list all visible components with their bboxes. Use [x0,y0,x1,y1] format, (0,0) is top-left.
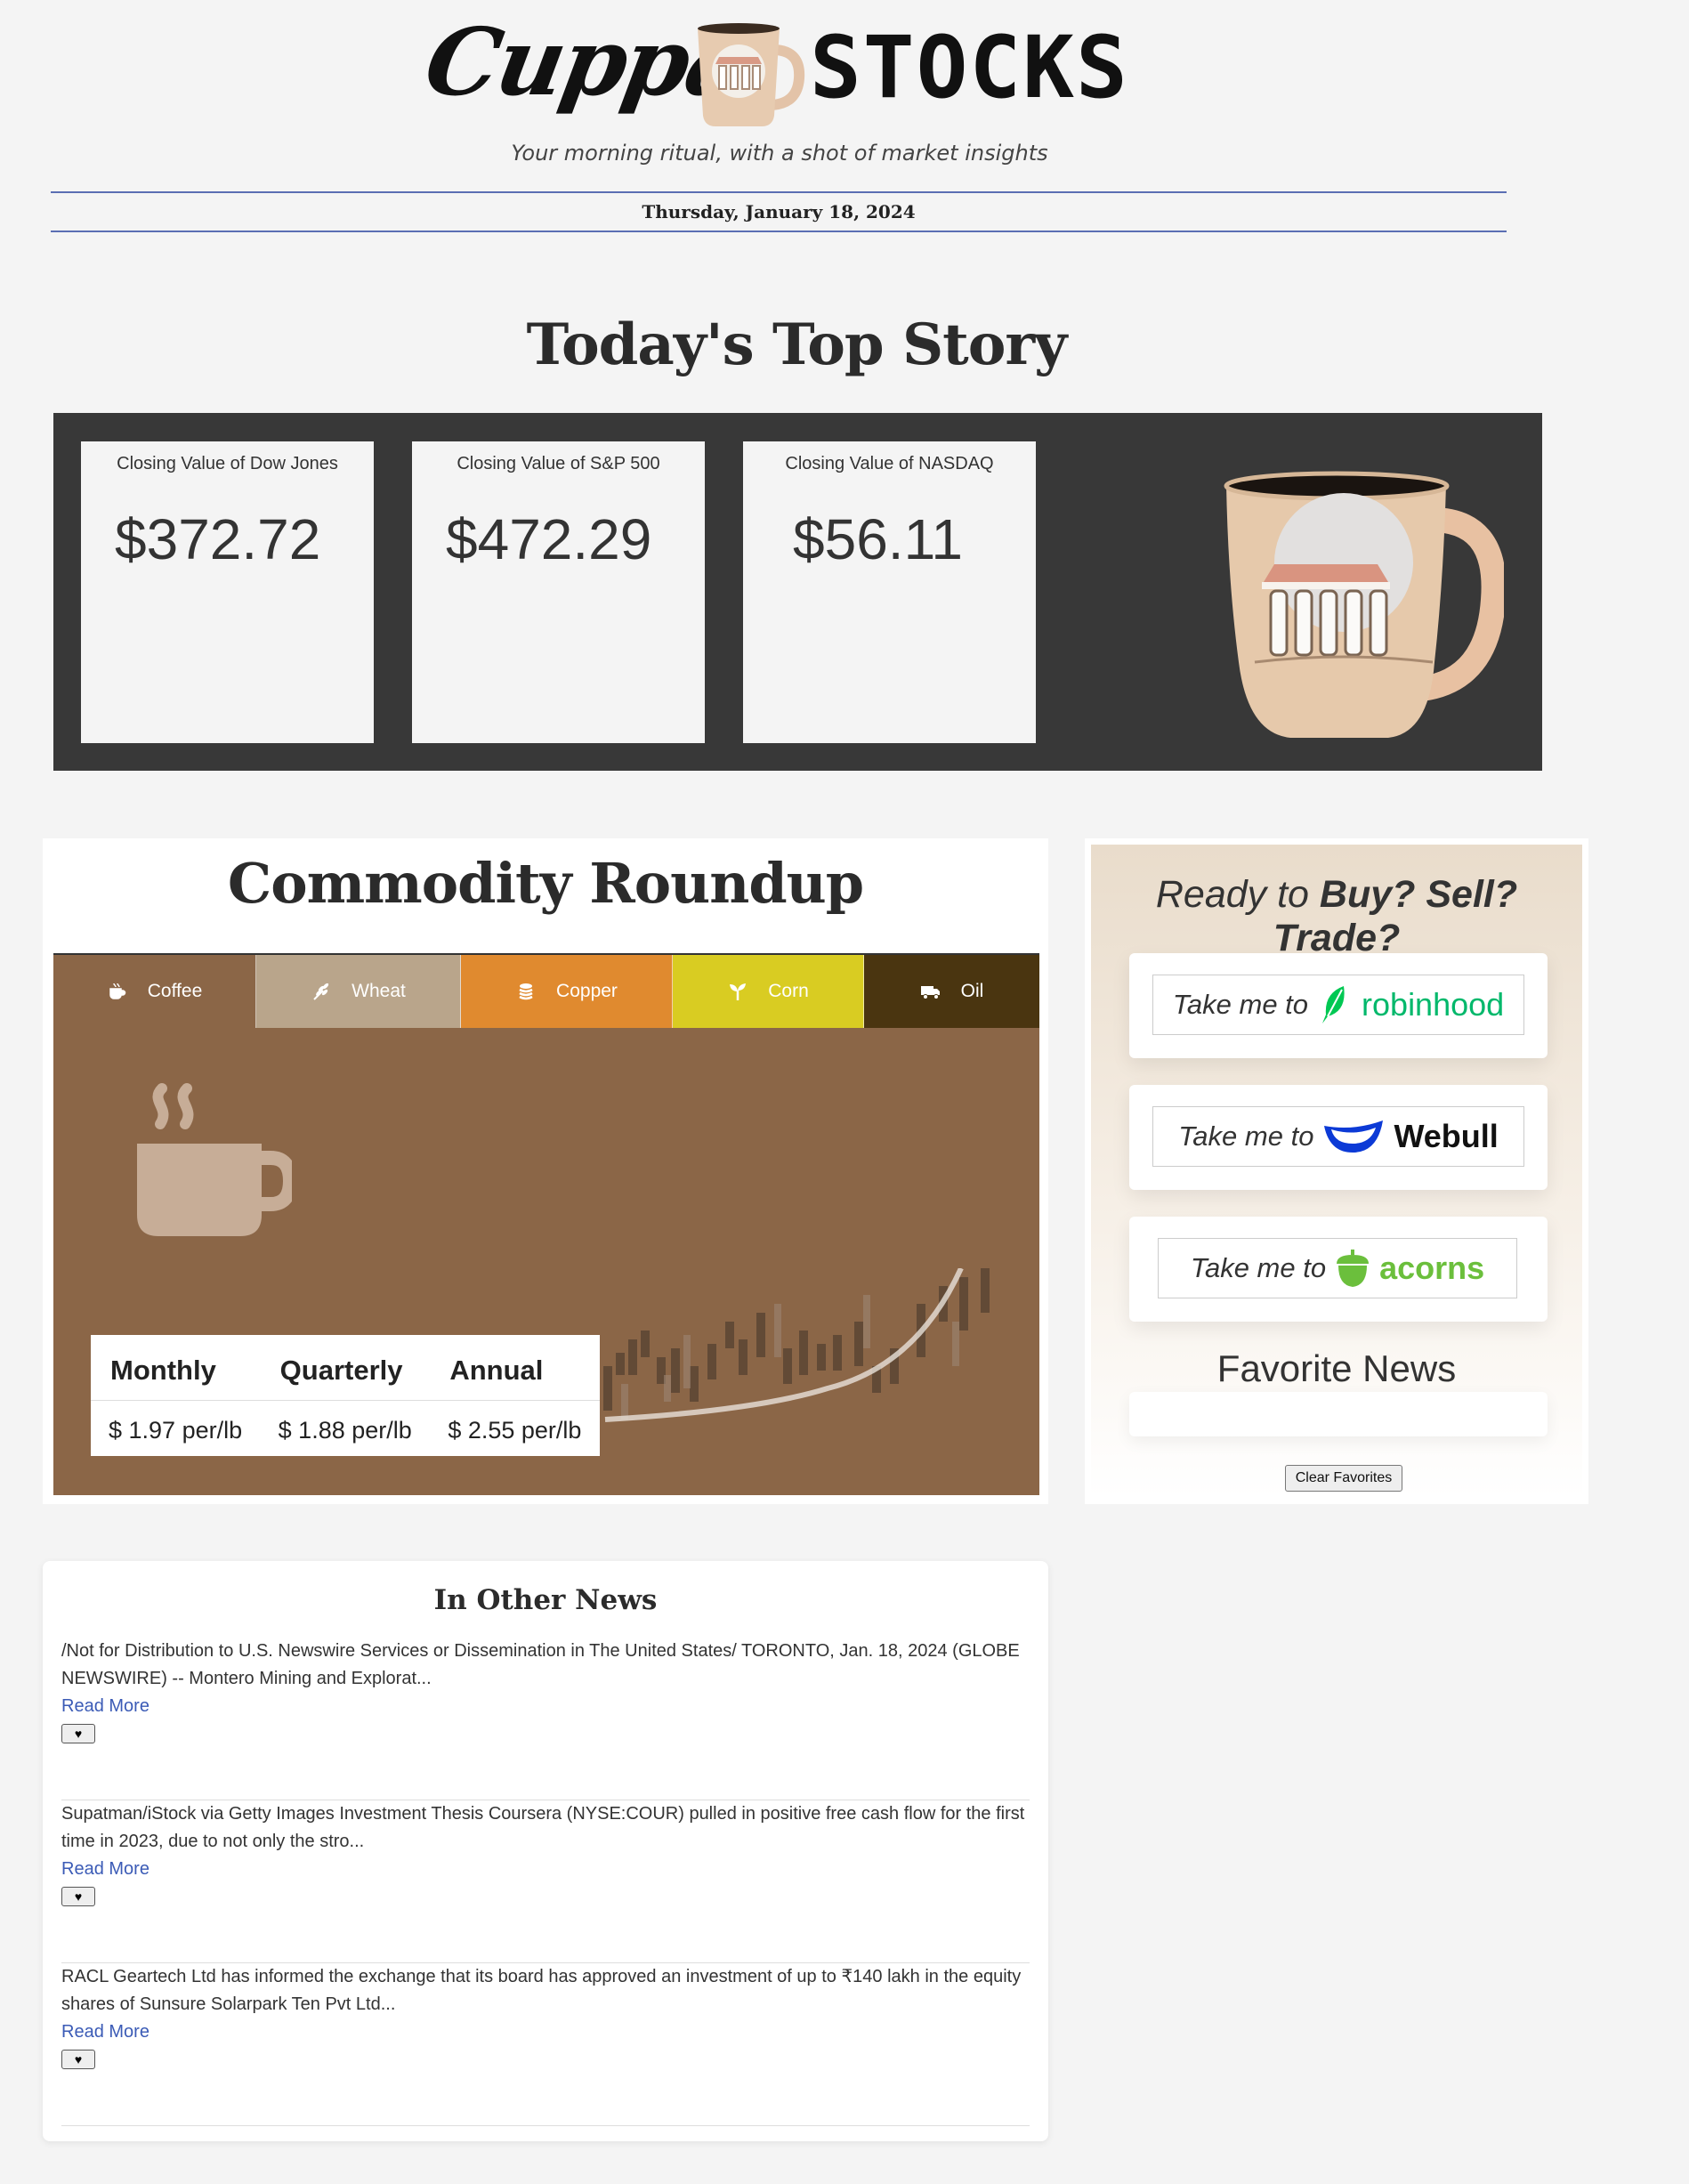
favorites-list [1129,1392,1548,1436]
wheat-icon [313,983,329,1000]
value-monthly: $ 1.97 per/lb [109,1416,243,1444]
index-label: Closing Value of NASDAQ [785,454,994,473]
news-item: Supatman/iStock via Getty Images Investm… [61,1800,1030,1963]
header-quarterly: Quarterly [260,1335,431,1402]
sidebar-headline: Ready to Buy? Sell? Trade? [1091,873,1582,960]
index-card-sp500: Closing Value of S&P 500 $472.29 [412,441,705,743]
heart-icon[interactable]: ♥ [61,1887,95,1906]
top-story-panel: Closing Value of Dow Jones $372.72 Closi… [53,413,1542,771]
coins-icon [519,983,533,1000]
news-snippet: RACL Geartech Ltd has informed the excha… [61,1967,1022,2014]
index-card-nasdaq: Closing Value of NASDAQ $56.11 [743,441,1036,743]
tab-corn[interactable]: Corn [673,955,864,1028]
date-bar: Thursday, January 18, 2024 [51,191,1507,232]
read-more-link[interactable]: Read More [61,1693,1030,1720]
take-me-to-label: Take me to [1190,1252,1327,1283]
heart-icon[interactable]: ♥ [61,1724,95,1743]
read-more-link[interactable]: Read More [61,1856,1030,1883]
other-news-title: In Other News [433,1584,658,1616]
seedling-icon [730,983,747,1000]
header-annual: Annual [430,1335,600,1402]
mug-image-icon [1224,471,1504,738]
tab-label: Coffee [147,981,203,1001]
value-quarterly: $ 1.88 per/lb [278,1416,412,1444]
tab-coffee[interactable]: Coffee [53,955,256,1028]
commodity-tabs: Coffee Wheat Copper Corn Oil [53,953,1039,1028]
price-table-row: $ 1.97 per/lb $ 1.88 per/lb $ 2.55 per/l… [91,1401,600,1456]
acorns-name: acorns [1379,1250,1485,1286]
broker-card-acorns: Take me to acorns [1129,1217,1548,1322]
acorn-icon [1337,1250,1370,1287]
tab-label: Corn [768,981,809,1001]
trade-sidebar: Ready to Buy? Sell? Trade? Take me to ro… [1085,838,1588,1504]
news-item: /Not for Distribution to U.S. Newswire S… [61,1638,1030,1800]
news-snippet: Supatman/iStock via Getty Images Investm… [61,1804,1025,1851]
news-item: RACL Geartech Ltd has informed the excha… [61,1963,1030,2126]
truck-icon [920,986,940,999]
broker-card-robinhood: Take me to robinhood [1129,953,1548,1058]
robinhood-name: robinhood [1362,986,1505,1023]
index-value: $472.29 [446,507,652,571]
candlestick-chart-icon [603,1268,990,1422]
tab-label: Oil [960,981,984,1001]
headline-bold: Buy? Sell? Trade? [1273,873,1518,959]
other-news-panel: In Other News /Not for Distribution to U… [43,1561,1048,2141]
tab-oil[interactable]: Oil [864,955,1039,1028]
headline-plain: Ready to [1155,873,1309,916]
index-label: Closing Value of S&P 500 [457,454,660,473]
feather-icon [1322,986,1345,1023]
clear-favorites-button[interactable]: Clear Favorites [1285,1465,1402,1492]
webull-name: Webull [1394,1118,1499,1154]
webull-button[interactable]: Take me to Webull [1152,1106,1524,1167]
sidebar-inner: Ready to Buy? Sell? Trade? Take me to ro… [1091,845,1582,1498]
commodity-content: Monthly Quarterly Annual $ 1.97 per/lb $… [53,1028,1039,1495]
webull-logo-icon [1324,1120,1384,1153]
header-monthly: Monthly [91,1335,261,1402]
index-value: $372.72 [115,507,321,571]
index-value: $56.11 [793,507,963,571]
robinhood-button[interactable]: Take me to robinhood [1152,975,1524,1035]
take-me-to-label: Take me to [1178,1120,1314,1152]
price-table: Monthly Quarterly Annual $ 1.97 per/lb $… [91,1335,600,1456]
value-annual: $ 2.55 per/lb [448,1416,582,1444]
tab-copper[interactable]: Copper [461,955,673,1028]
news-snippet: /Not for Distribution to U.S. Newswire S… [61,1641,1020,1688]
mug-icon [109,983,125,999]
index-label: Closing Value of Dow Jones [117,454,338,473]
commodity-title: Commodity Roundup [227,851,864,916]
tab-label: Wheat [352,981,406,1001]
take-me-to-label: Take me to [1172,989,1309,1020]
mug-logo-icon [698,23,805,126]
acorns-button[interactable]: Take me to acorns [1158,1238,1517,1298]
top-story-title: Today's Top Story [526,311,1068,378]
brand-logo: Cuppa STOCKS [417,7,1139,126]
tagline: Your morning ritual, with a shot of mark… [511,141,1048,166]
index-card-dow: Closing Value of Dow Jones $372.72 [81,441,374,743]
brand-block-text: STOCKS [810,18,1129,117]
read-more-link[interactable]: Read More [61,2018,1030,2046]
tab-wheat[interactable]: Wheat [256,955,461,1028]
broker-card-webull: Take me to Webull [1129,1085,1548,1190]
heart-icon[interactable]: ♥ [61,2050,95,2069]
price-table-header: Monthly Quarterly Annual [91,1335,600,1402]
favorite-news-title: Favorite News [1216,1347,1457,1389]
coffee-cup-icon [137,1083,292,1236]
tab-label: Copper [556,981,618,1001]
commodity-panel: Commodity Roundup Coffee Wheat Copper Co… [43,838,1048,1504]
